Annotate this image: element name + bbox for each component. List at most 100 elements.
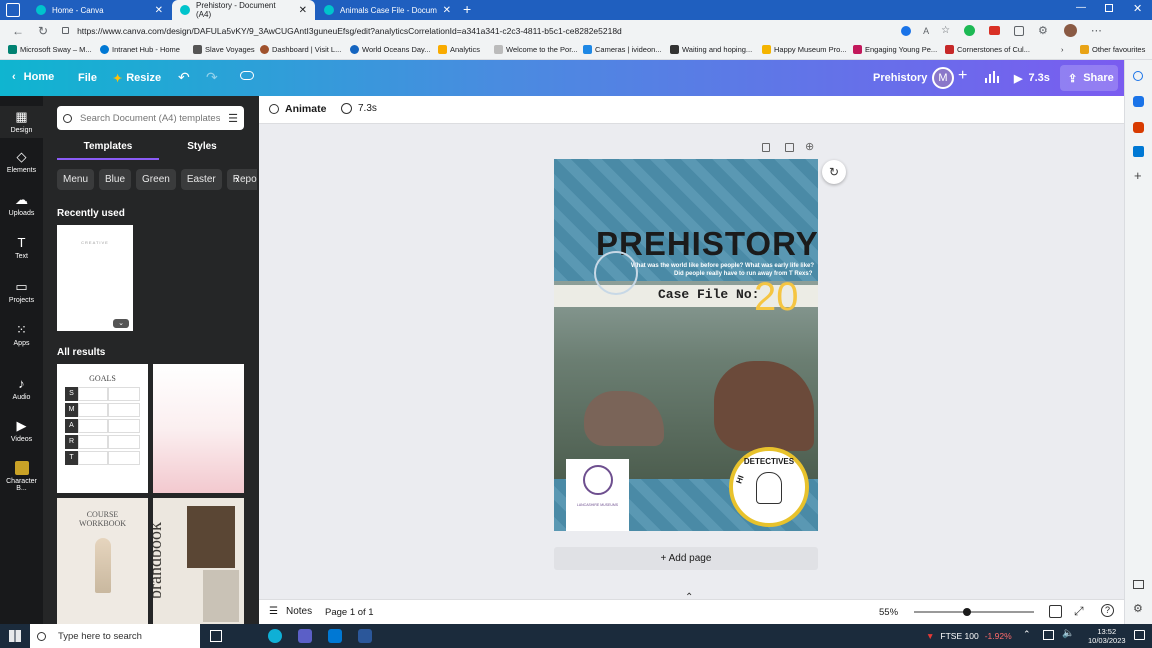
rail-design[interactable]: ▦ Design (0, 106, 43, 138)
add-page-button[interactable]: + Add page (554, 547, 818, 570)
redo-icon[interactable]: ↷ (206, 69, 218, 86)
notes-button[interactable]: ☰ Notes (269, 606, 312, 617)
more-options-icon[interactable]: ⋯ (1091, 24, 1102, 37)
settings-gear-icon[interactable]: ⚙ (1038, 24, 1048, 37)
browser-tab-animals[interactable]: Animals Case File - Document (A4 ✕ (316, 0, 459, 20)
fullscreen-icon[interactable]: ⤢ (1074, 604, 1084, 619)
file-menu-button[interactable]: File (78, 72, 97, 84)
bookmark-item[interactable]: Analytics (438, 45, 480, 54)
task-view-icon[interactable] (210, 630, 222, 642)
extension-red-icon[interactable] (989, 26, 1001, 35)
chip-report[interactable]: Report (226, 169, 257, 190)
browser-tab-home[interactable]: Home - Canva ✕ (28, 0, 171, 20)
template-thumb-brandbook[interactable]: brandbook (153, 498, 244, 624)
resize-button[interactable]: ✦ Resize (113, 72, 161, 85)
duplicate-page-icon[interactable] (785, 143, 794, 152)
back-icon[interactable]: ← (12, 24, 24, 38)
sidebar-outlook-icon[interactable] (1133, 146, 1144, 157)
vertical-scrollbar[interactable] (1116, 126, 1122, 588)
template-thumb-pink[interactable] (153, 364, 244, 493)
rail-text[interactable]: T Text (0, 236, 43, 261)
close-window-icon[interactable]: ✕ (1133, 2, 1142, 15)
bookmark-item[interactable]: Dashboard | Visit L... (260, 45, 341, 54)
help-icon[interactable]: ? (1101, 604, 1114, 617)
other-favourites[interactable]: Other favourites (1080, 45, 1145, 54)
extension-green-icon[interactable] (964, 25, 976, 36)
tab-templates[interactable]: Templates (57, 141, 159, 160)
rail-audio[interactable]: ♪ Audio (0, 377, 43, 402)
bookmark-item[interactable]: Engaging Young Pe... (853, 45, 937, 54)
rail-apps[interactable]: ⁙ Apps (0, 323, 43, 348)
close-tab-icon[interactable]: ✕ (155, 5, 163, 16)
template-thumb-goals[interactable]: GOALS S M A R T (57, 364, 148, 493)
bookmark-item[interactable]: Cornerstones of Cul... (945, 45, 1030, 54)
document-title[interactable]: Prehistory (873, 72, 927, 84)
stock-ticker[interactable]: ▼ FTSE 100 -1.92% (926, 631, 1012, 641)
tab-styles[interactable]: Styles (159, 141, 245, 152)
url-field[interactable]: https://www.canva.com/design/DAFULa5vKY/… (77, 26, 897, 36)
add-people-icon[interactable]: + (958, 67, 967, 85)
extension-icon[interactable] (901, 25, 912, 36)
profile-avatar[interactable] (1063, 24, 1077, 37)
tray-chevron-icon[interactable]: ⌃ (1023, 629, 1031, 640)
case-file-number[interactable]: 20 (754, 275, 799, 320)
present-button[interactable]: ▶ 7.3s (1006, 66, 1054, 90)
lock-page-icon[interactable] (762, 143, 770, 152)
taskbar-teams-icon[interactable] (298, 629, 312, 643)
close-tab-icon[interactable]: ✕ (443, 5, 451, 16)
read-aloud-icon[interactable]: A (923, 26, 929, 36)
browser-tab-prehistory[interactable]: Prehistory - Document (A4) ✕ (172, 0, 315, 20)
rail-projects[interactable]: ▭ Projects (0, 280, 43, 305)
maximize-icon[interactable] (1105, 4, 1113, 12)
bookmark-item[interactable]: Intranet Hub - Home (100, 45, 180, 54)
share-button[interactable]: ⇪ Share (1060, 65, 1118, 91)
taskbar-edge-icon[interactable] (268, 629, 282, 643)
rail-uploads[interactable]: ☁ Uploads (0, 193, 43, 218)
insights-chart-icon[interactable] (985, 71, 999, 83)
cloud-saved-icon[interactable] (240, 71, 254, 80)
collections-icon[interactable] (1014, 25, 1025, 36)
bookmark-item[interactable]: Waiting and hoping... (670, 45, 752, 54)
sidebar-office-icon[interactable] (1133, 122, 1144, 133)
rail-elements[interactable]: ◇ Elements (0, 150, 43, 175)
chips-next-icon[interactable]: › (235, 172, 239, 186)
bookmark-item[interactable]: Microsoft Sway – M... (8, 45, 92, 54)
sidebar-add-icon[interactable]: + (1134, 168, 1142, 183)
museum-logo-card[interactable]: LANCASHIRE MUSEUMS (566, 459, 629, 531)
rail-character-builder[interactable]: Character B... (0, 461, 43, 492)
taskbar-search-box[interactable]: Type here to search (30, 624, 200, 648)
sidebar-settings-icon[interactable]: ⚙ (1133, 602, 1143, 615)
network-icon[interactable] (1043, 630, 1054, 640)
bookmark-item[interactable]: Welcome to the Por... (494, 45, 578, 54)
chip-menu[interactable]: Menu (57, 169, 95, 190)
close-tab-icon[interactable]: ✕ (299, 5, 307, 16)
favorite-star-icon[interactable]: ☆ (941, 25, 950, 36)
sidebar-search-icon[interactable] (1133, 71, 1143, 81)
volume-icon[interactable]: 🔈 (1062, 628, 1074, 639)
undo-icon[interactable]: ↶ (178, 69, 190, 86)
zoom-slider[interactable] (914, 608, 1034, 616)
sidebar-layout-icon[interactable] (1133, 580, 1144, 589)
zoom-value[interactable]: 55% (879, 607, 898, 618)
thumb-more-icon[interactable]: ⌄ (113, 319, 129, 328)
search-input[interactable] (80, 112, 220, 124)
home-button[interactable]: ‹ Home (12, 71, 54, 83)
add-page-icon[interactable]: ⊕ (805, 140, 814, 153)
chip-green[interactable]: Green (136, 169, 176, 190)
clock[interactable]: 13:52 10/03/2023 (1088, 627, 1126, 645)
zoom-slider-handle[interactable] (963, 608, 971, 616)
subtitle-line-1[interactable]: What was the world like before people? W… (631, 263, 814, 269)
bookmark-item[interactable]: Cameras | ivideon... (583, 45, 662, 54)
windows-start-icon[interactable] (9, 630, 21, 642)
template-search-box[interactable]: ☰ (57, 106, 244, 130)
bookmarks-overflow-icon[interactable]: › (1061, 45, 1064, 54)
rail-videos[interactable]: ▶ Videos (0, 419, 43, 444)
chip-blue[interactable]: Blue (99, 169, 132, 190)
recent-template-thumb[interactable]: CREATIVE ⌄ (57, 225, 133, 331)
notifications-icon[interactable] (1134, 630, 1145, 640)
case-file-label[interactable]: Case File No: (658, 287, 759, 302)
bookmark-item[interactable]: Happy Museum Pro... (762, 45, 847, 54)
chip-easter[interactable]: Easter (180, 169, 222, 190)
animate-button[interactable]: Animate (269, 103, 326, 115)
pages-grid-icon[interactable] (1049, 605, 1062, 618)
